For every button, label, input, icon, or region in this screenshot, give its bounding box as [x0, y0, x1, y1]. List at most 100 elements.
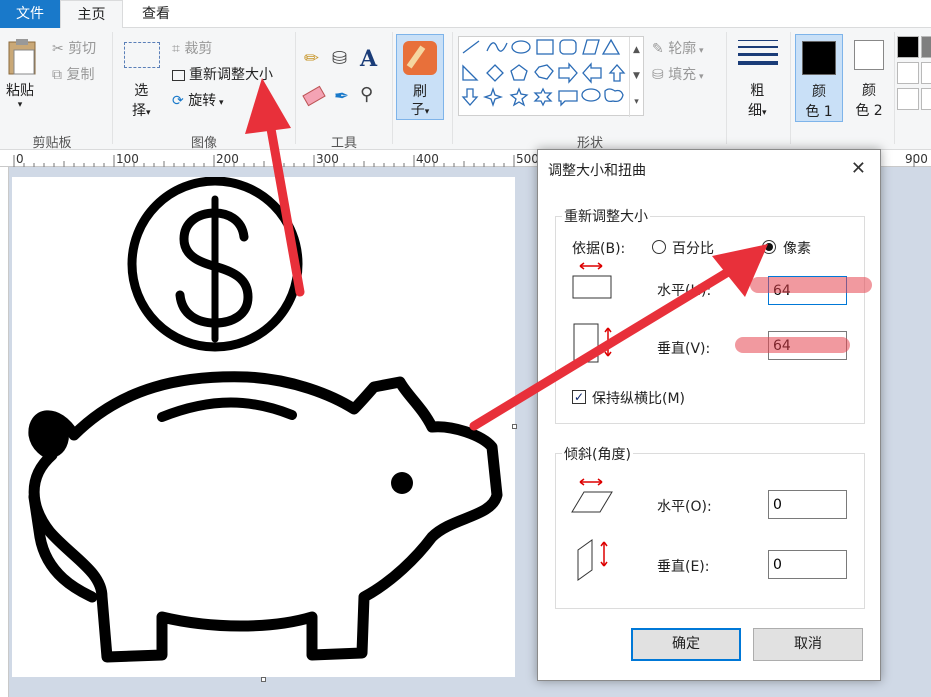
piggy-bank-image — [28, 177, 503, 663]
group-divider — [452, 32, 453, 144]
fill-icon: ⛁ — [652, 67, 669, 83]
annotation-highlight — [735, 337, 850, 353]
horizontal-resize-icon — [570, 260, 614, 306]
resize-group-title: 重新调整大小 — [562, 206, 650, 226]
cut-button[interactable]: ✂ 剪切 — [52, 38, 96, 58]
resize-skew-dialog: 调整大小和扭曲 ✕ 重新调整大小 依据(B): 百分比 像素 水平(H): 垂直… — [537, 149, 881, 681]
ribbon: 粘贴 ▾ ✂ 剪切 ⧉ 复制 剪贴板 选 择▾ ⌗ 裁剪 重新调整大小 ⟳ 旋转… — [0, 28, 931, 151]
percent-label: 百分比 — [672, 241, 714, 257]
palette-swatch[interactable] — [921, 36, 931, 58]
color1-label-2: 色 1 — [805, 104, 833, 120]
color2-swatch — [854, 40, 884, 70]
brush-icon — [403, 41, 437, 75]
canvas-resize-handle[interactable] — [261, 677, 266, 682]
palette-swatch[interactable] — [897, 36, 919, 58]
outline-button[interactable]: ✎ 轮廓 ▾ — [652, 38, 704, 58]
size-button[interactable]: 粗 细▾ — [748, 80, 767, 120]
ruler-label: 400 — [416, 152, 439, 166]
ruler-label: 0 — [16, 152, 24, 166]
vertical-skew-icon — [574, 536, 614, 586]
crop-icon: ⌗ — [172, 41, 185, 57]
cut-label: 剪切 — [68, 41, 97, 57]
color1-swatch — [802, 41, 836, 75]
fill-bucket-icon[interactable]: ⛁ — [332, 48, 347, 69]
horizontal-skew-icon — [570, 476, 616, 520]
copy-button[interactable]: ⧉ 复制 — [52, 64, 94, 84]
crop-button[interactable]: ⌗ 裁剪 — [172, 38, 212, 58]
tab-home[interactable]: 主页 — [60, 0, 123, 29]
color2-label-2: 色 2 — [855, 103, 883, 119]
color1-button[interactable]: 颜 色 1 — [795, 34, 843, 122]
rotate-icon: ⟳ — [172, 93, 189, 109]
eraser-icon[interactable] — [302, 85, 326, 107]
ruler-label: 900 — [905, 152, 928, 166]
shapes-gallery[interactable]: ▲ ▼ ▾ — [458, 36, 644, 117]
skew-horizontal-label: 水平(O): — [657, 499, 712, 515]
pencil-icon[interactable]: ✏ — [304, 48, 319, 69]
paint-window: 文件 主页 查看 粘贴 ▾ ✂ 剪切 ⧉ 复制 剪贴板 选 择▾ ⌗ 裁剪 重新… — [0, 0, 931, 697]
rotate-label: 旋转 — [188, 93, 217, 109]
select-icon[interactable] — [124, 42, 160, 68]
skew-group-title: 倾斜(角度) — [562, 444, 633, 464]
group-divider — [790, 32, 791, 144]
size-label-2: 细 — [748, 103, 762, 119]
annotation-highlight — [750, 277, 872, 293]
skew-horizontal-input[interactable] — [768, 490, 847, 519]
drawing-canvas[interactable] — [12, 177, 515, 677]
percent-radio[interactable] — [652, 240, 666, 254]
ruler-label: 500 — [516, 152, 539, 166]
ruler-label: 200 — [216, 152, 239, 166]
pixels-radio[interactable] — [762, 240, 776, 254]
keep-ratio-checkbox[interactable]: ✓ — [572, 390, 586, 404]
image-group-label: 图像 — [190, 136, 217, 151]
cancel-button[interactable]: 取消 — [753, 628, 863, 661]
ribbon-tab-bar: 文件 主页 查看 — [0, 0, 931, 29]
palette-swatch[interactable] — [921, 62, 931, 84]
magnifier-icon[interactable]: ⚲ — [360, 84, 373, 105]
ok-button[interactable]: 确定 — [631, 628, 741, 661]
skew-vertical-input[interactable] — [768, 550, 847, 579]
pixels-label: 像素 — [783, 241, 811, 257]
brushes-label-1: 刷 — [413, 84, 427, 100]
text-tool-icon[interactable]: A — [360, 46, 377, 72]
color2-button[interactable]: 颜 色 2 — [846, 34, 894, 122]
clipboard-group-label: 剪贴板 — [32, 136, 72, 151]
ruler-label: 100 — [116, 152, 139, 166]
line-size-icon[interactable] — [738, 40, 778, 65]
tab-view[interactable]: 查看 — [123, 0, 189, 28]
palette-swatch[interactable] — [897, 88, 919, 110]
paste-icon[interactable] — [6, 38, 40, 80]
fill-label: 填充 — [668, 67, 697, 83]
select-label-1: 选 — [134, 83, 149, 99]
brushes-button[interactable]: 刷 子▾ — [396, 34, 444, 120]
brushes-label-2: 子▾ — [410, 102, 430, 118]
color-picker-icon[interactable]: ✒ — [334, 86, 349, 107]
resize-button[interactable]: 重新调整大小 — [172, 64, 273, 84]
select-label-2: 择 — [132, 103, 146, 119]
resize-icon — [172, 69, 185, 81]
tab-file[interactable]: 文件 — [0, 0, 60, 28]
fill-button[interactable]: ⛁ 填充 ▾ — [652, 64, 704, 84]
scissors-icon: ✂ — [52, 41, 69, 57]
rotate-button[interactable]: ⟳ 旋转 ▾ — [172, 90, 224, 110]
outline-label: 轮廓 — [668, 41, 697, 57]
group-divider — [112, 32, 113, 144]
group-divider — [894, 32, 895, 144]
canvas-resize-handle[interactable] — [512, 424, 517, 429]
close-icon[interactable]: ✕ — [851, 158, 866, 179]
skew-vertical-label: 垂直(E): — [657, 559, 710, 575]
dialog-title: 调整大小和扭曲 — [548, 163, 646, 179]
resize-label: 重新调整大小 — [189, 67, 273, 83]
color2-label-1: 颜 — [862, 83, 876, 99]
size-label-1: 粗 — [750, 83, 765, 99]
paste-button[interactable]: 粘贴 ▾ — [6, 80, 34, 110]
select-button[interactable]: 选 择▾ — [132, 80, 151, 120]
palette-swatch[interactable] — [921, 88, 931, 110]
crop-label: 裁剪 — [184, 41, 213, 57]
group-divider — [295, 32, 296, 144]
resize-horizontal-label: 水平(H): — [657, 283, 712, 299]
group-divider — [392, 32, 393, 144]
vertical-ruler — [0, 167, 9, 697]
by-label: 依据(B): — [572, 241, 626, 257]
palette-swatch[interactable] — [897, 62, 919, 84]
